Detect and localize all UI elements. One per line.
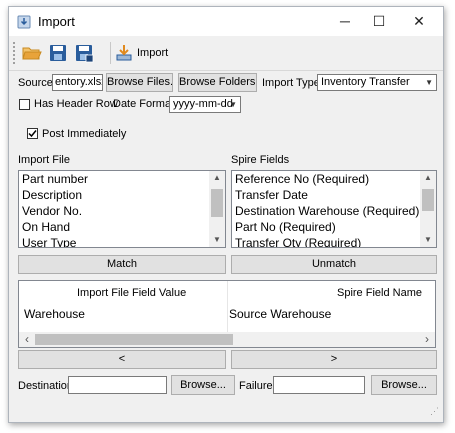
window-title: Import	[38, 14, 75, 29]
resize-grip[interactable]: ⋰	[430, 407, 440, 419]
list-item[interactable]: Transfer Date	[232, 187, 436, 203]
browse-failure-button[interactable]: Browse...	[371, 375, 437, 395]
save-all-icon[interactable]	[74, 43, 94, 63]
list-item[interactable]: User Type	[19, 235, 225, 247]
scroll-down-icon[interactable]: ▼	[420, 233, 436, 247]
title-bar: Import ─ ☐ ✕	[9, 7, 443, 36]
chevron-down-icon: ▼	[425, 78, 433, 87]
date-format-label: Date Format	[113, 98, 175, 110]
spire-fields-list[interactable]: Reference No (Required) Transfer Date De…	[231, 170, 437, 248]
destination-label: Destination	[18, 380, 74, 392]
vertical-scrollbar[interactable]: ▲ ▼	[209, 171, 225, 247]
import-file-list[interactable]: Part number Description Vendor No. On Ha…	[18, 170, 226, 248]
toolbar-separator	[110, 42, 111, 64]
browse-destination-button[interactable]: Browse...	[171, 375, 235, 395]
toolbar: Import	[9, 36, 443, 71]
list-item[interactable]: Part number	[19, 171, 225, 187]
import-icon	[116, 45, 132, 61]
list-item[interactable]: Destination Warehouse (Required)	[232, 203, 436, 219]
import-button-label: Import	[137, 47, 169, 59]
post-immediately-label: Post Immediately	[42, 128, 127, 140]
toolbar-grip[interactable]	[13, 42, 17, 64]
failure-label: Failure	[239, 380, 273, 392]
horizontal-scrollbar[interactable]: ‹ ›	[19, 332, 435, 347]
failure-field[interactable]	[273, 376, 365, 394]
vertical-scrollbar[interactable]: ▲ ▼	[420, 171, 436, 247]
match-button[interactable]: Match	[18, 255, 226, 274]
scroll-up-icon[interactable]: ▲	[209, 171, 225, 185]
chevron-down-icon: ▼	[229, 100, 237, 109]
import-app-icon	[17, 15, 31, 29]
column-header-import-value[interactable]: Import File Field Value	[77, 287, 186, 299]
source-label: Source	[18, 77, 53, 89]
list-item[interactable]: Vendor No.	[19, 203, 225, 219]
unmatch-button[interactable]: Unmatch	[231, 255, 437, 274]
open-folder-icon[interactable]	[22, 43, 42, 63]
scroll-thumb[interactable]	[422, 189, 434, 211]
source-field[interactable]: entory.xlsx	[52, 74, 103, 91]
grid-cell-spire-field[interactable]: Source Warehouse	[229, 307, 331, 321]
save-icon[interactable]	[48, 43, 68, 63]
close-button[interactable]: ✕	[409, 12, 429, 30]
post-immediately-checkbox[interactable]	[27, 128, 38, 139]
destination-field[interactable]	[68, 376, 167, 394]
column-divider	[227, 281, 228, 333]
has-header-row-checkbox[interactable]	[19, 99, 30, 110]
list-item[interactable]: Description	[19, 187, 225, 203]
mapping-grid[interactable]: Import File Field Value Spire Field Name…	[18, 280, 436, 348]
import-window: Import ─ ☐ ✕ Import Source entory.xlsx B…	[8, 6, 444, 423]
import-type-select[interactable]: Inventory Transfer ▼	[317, 74, 437, 91]
column-header-spire-field[interactable]: Spire Field Name	[337, 287, 422, 299]
date-format-value: yyyy-mm-dd	[173, 98, 233, 110]
scroll-right-icon[interactable]: ›	[419, 332, 435, 347]
scroll-thumb[interactable]	[211, 189, 223, 217]
list-item[interactable]: Transfer Qty (Required)	[232, 235, 436, 247]
list-item[interactable]: On Hand	[19, 219, 225, 235]
has-header-row-label: Has Header Row	[34, 98, 118, 110]
import-type-label: Import Type	[262, 77, 320, 89]
browse-files-button[interactable]: Browse Files...	[106, 73, 173, 92]
minimize-button[interactable]: ─	[335, 12, 355, 30]
list-item[interactable]: Part No (Required)	[232, 219, 436, 235]
import-file-label: Import File	[18, 154, 70, 166]
checkmark-icon	[28, 130, 37, 138]
browse-folders-button[interactable]: Browse Folders...	[178, 73, 257, 92]
move-left-button[interactable]: <	[18, 350, 226, 369]
list-item[interactable]: Reference No (Required)	[232, 171, 436, 187]
move-right-button[interactable]: >	[231, 350, 437, 369]
grid-cell-import-value[interactable]: Warehouse	[24, 307, 85, 321]
import-button[interactable]: Import	[115, 41, 168, 65]
scroll-up-icon[interactable]: ▲	[420, 171, 436, 185]
scroll-down-icon[interactable]: ▼	[209, 233, 225, 247]
import-type-value: Inventory Transfer	[321, 76, 410, 88]
scroll-left-icon[interactable]: ‹	[19, 332, 35, 347]
maximize-button[interactable]: ☐	[369, 12, 389, 30]
scroll-thumb[interactable]	[35, 334, 233, 345]
date-format-select[interactable]: yyyy-mm-dd ▼	[169, 96, 241, 113]
spire-fields-label: Spire Fields	[231, 154, 290, 166]
